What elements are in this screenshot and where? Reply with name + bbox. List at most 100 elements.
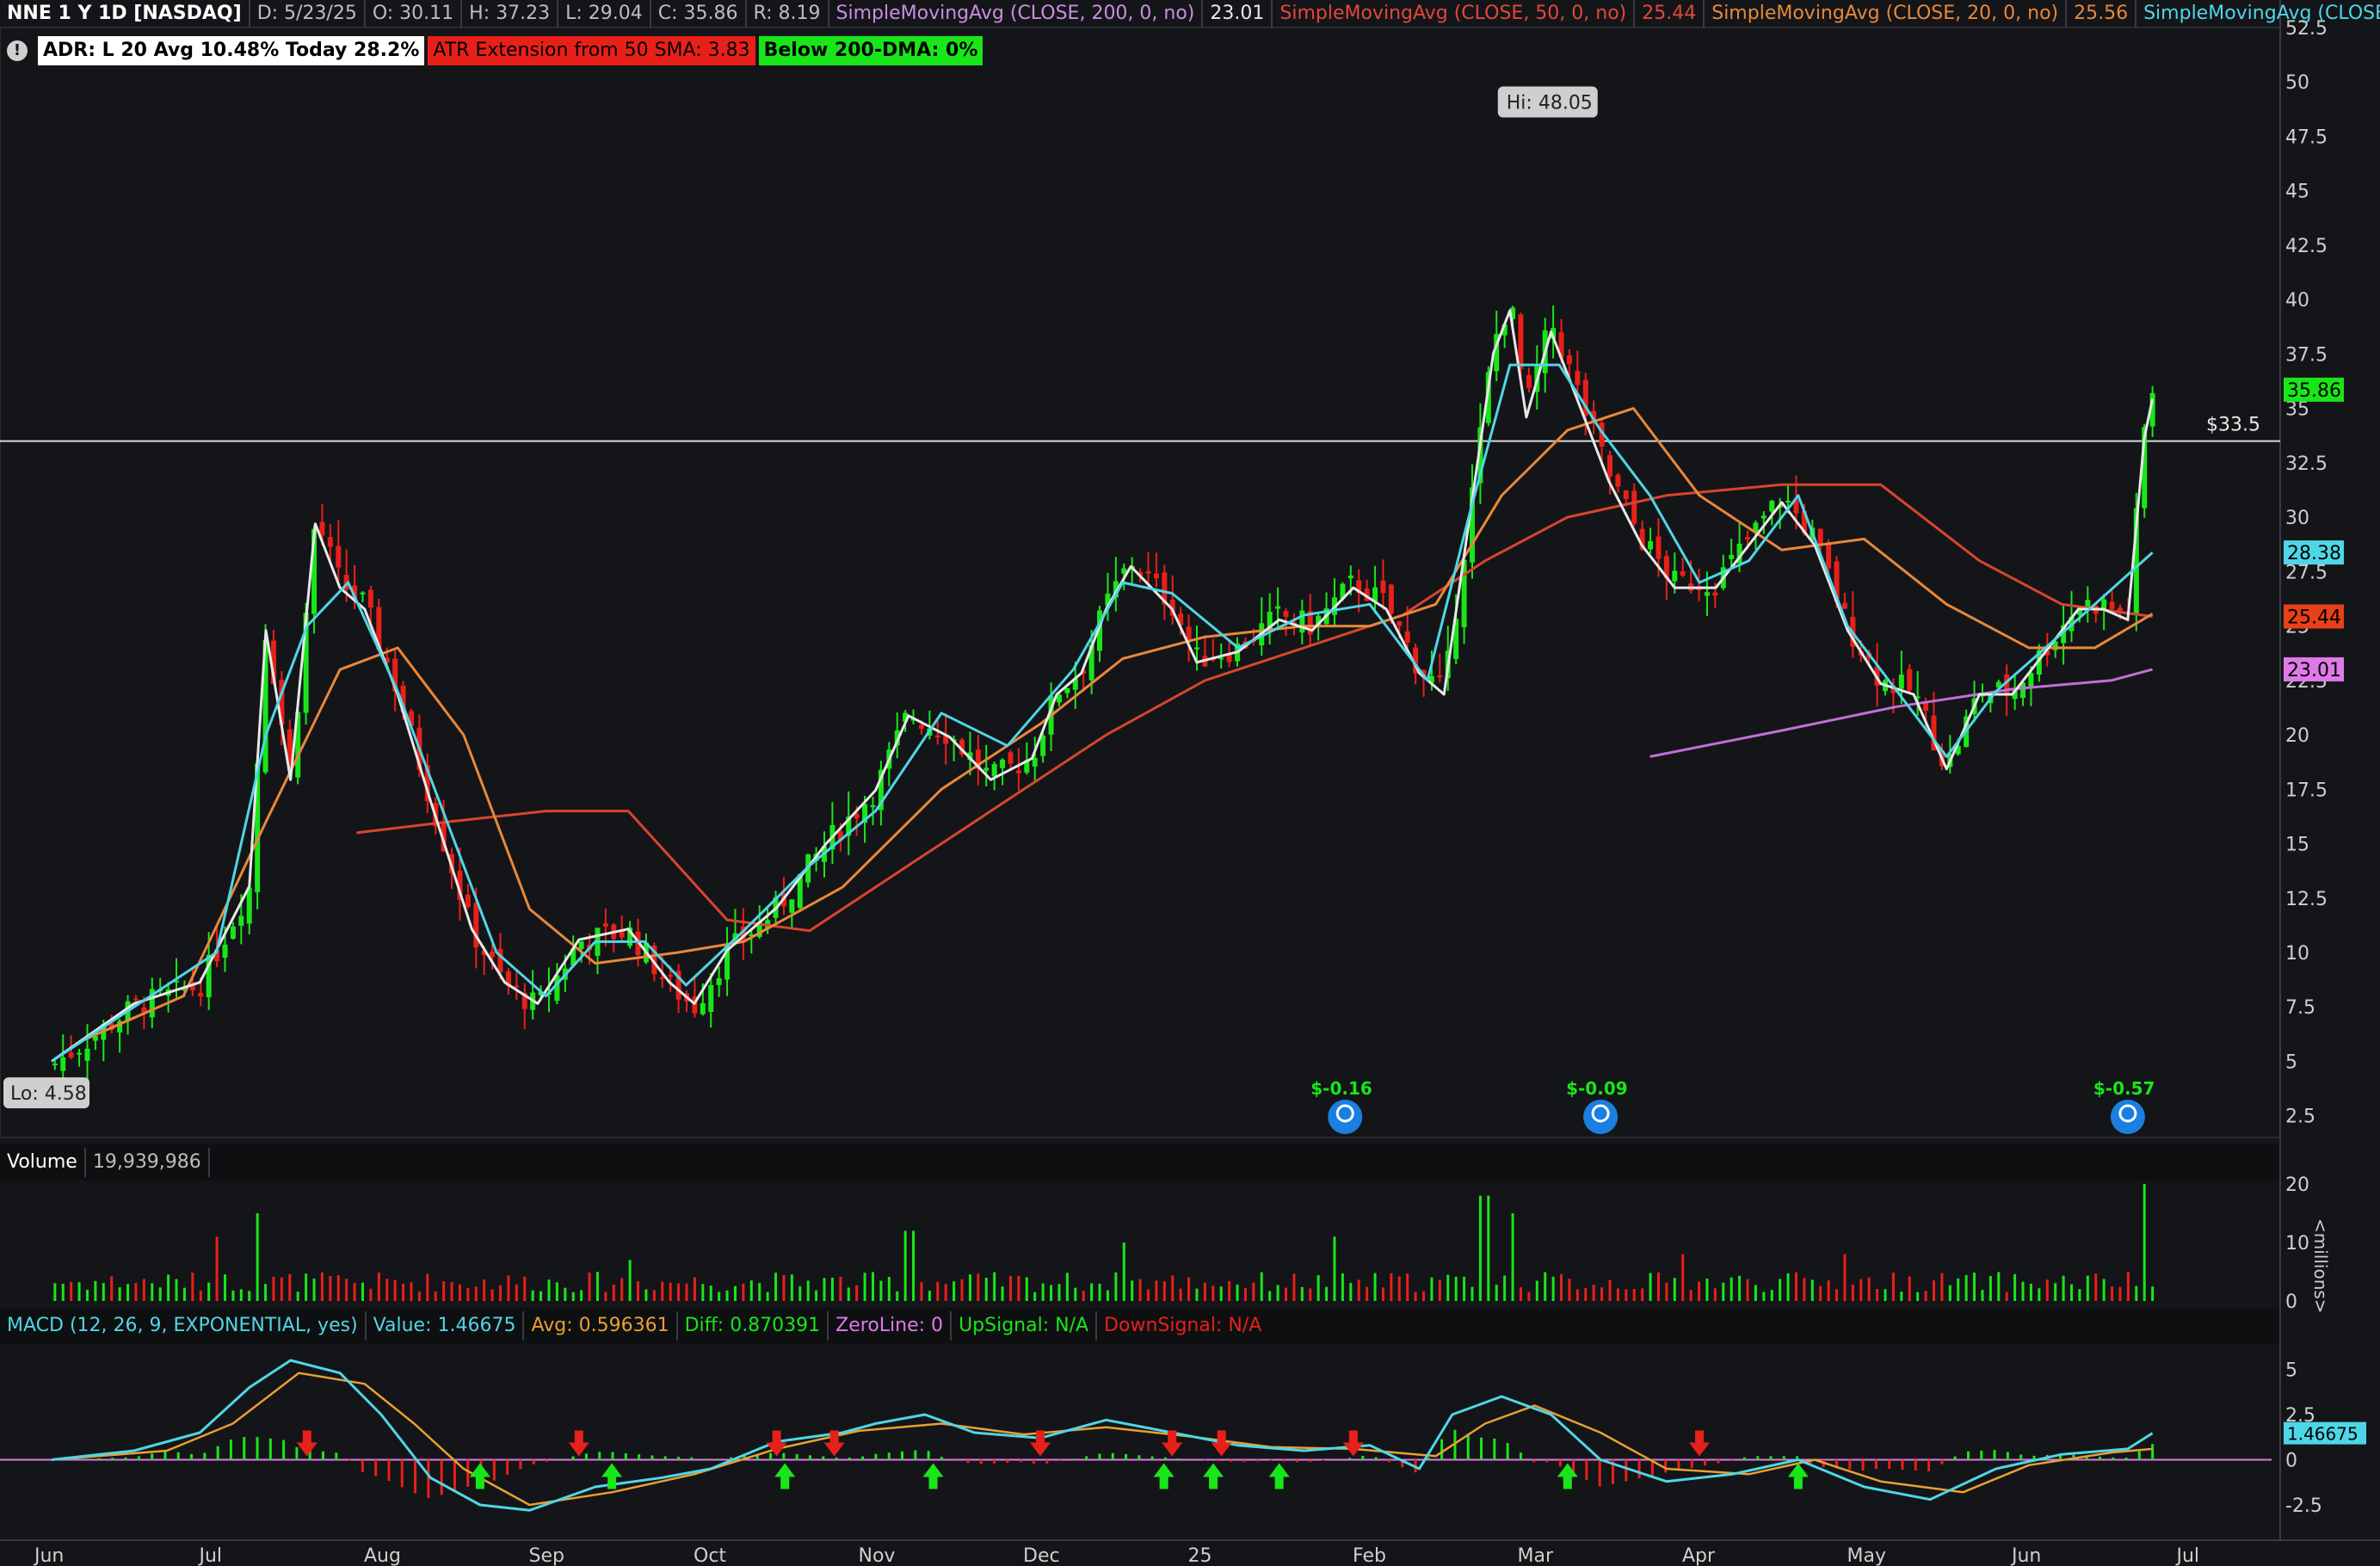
volume-bar <box>1114 1272 1118 1301</box>
volume-bar <box>1924 1291 1927 1301</box>
high-label: H: 37.23 <box>462 0 559 28</box>
volume-title[interactable]: Volume <box>0 1148 86 1177</box>
candle-body <box>1785 500 1791 502</box>
info-icon[interactable]: ! <box>7 40 28 61</box>
volume-bar <box>385 1279 389 1301</box>
sma200-label[interactable]: SimpleMovingAvg (CLOSE, 200, 0, no) <box>829 0 1204 28</box>
volume-bar <box>1122 1242 1125 1301</box>
volume-bar <box>1794 1272 1797 1301</box>
time-tick-label: Jul <box>2175 1545 2200 1566</box>
volume-bar <box>1146 1289 1150 1301</box>
price-tick-label: 50 <box>2285 72 2309 94</box>
horizontal-level-label: $33.5 <box>2206 415 2260 436</box>
volume-bar <box>142 1279 145 1301</box>
volume-bar <box>1203 1282 1206 1301</box>
volume-bar <box>2054 1283 2057 1301</box>
volume-bar <box>1017 1275 1020 1301</box>
close-label: C: 35.86 <box>651 0 747 28</box>
volume-bar <box>2078 1289 2081 1301</box>
volume-bar <box>1851 1285 1854 1301</box>
candle-body <box>1826 542 1832 569</box>
volume-bar <box>1357 1279 1360 1301</box>
macd-down-arrow <box>296 1430 318 1457</box>
volume-bar <box>1260 1272 1263 1301</box>
candle-body <box>198 992 204 997</box>
candle-body <box>1656 536 1662 559</box>
volume-bar <box>182 1287 186 1301</box>
volume-bar <box>863 1273 866 1301</box>
volume-bar <box>1786 1273 1790 1301</box>
volume-bar <box>709 1285 712 1301</box>
volume-bar <box>1406 1273 1409 1301</box>
sma50-value: 25.44 <box>1635 0 1705 28</box>
sma50-label[interactable]: SimpleMovingAvg (CLOSE, 50, 0, no) <box>1273 0 1636 28</box>
date-label: D: 5/23/25 <box>250 0 366 28</box>
volume-bar <box>1859 1279 1863 1301</box>
symbol-label[interactable]: NNE 1 Y 1D [NASDAQ] <box>0 0 250 28</box>
volume-bar <box>1746 1279 1749 1301</box>
candle-body <box>1218 657 1224 660</box>
volume-bar <box>693 1277 696 1301</box>
price-bubble-label: 28.38 <box>2287 543 2341 564</box>
volume-bar <box>1228 1280 1231 1301</box>
volume-bar <box>1155 1280 1158 1301</box>
volume-bar <box>320 1272 324 1301</box>
volume-bar <box>790 1274 793 1301</box>
volume-bar <box>1446 1274 1450 1301</box>
price-tick-label: 47.5 <box>2285 126 2328 148</box>
volume-bar <box>2135 1285 2138 1301</box>
volume-bar <box>61 1284 65 1301</box>
volume-bar <box>1008 1275 1012 1301</box>
candle-body <box>991 763 997 777</box>
volume-bar <box>280 1277 283 1301</box>
volume-bar <box>944 1284 947 1301</box>
candle-body <box>1745 537 1751 539</box>
volume-bar <box>1349 1282 1353 1301</box>
sma20-label[interactable]: SimpleMovingAvg (CLOSE, 20, 0, no) <box>1705 0 2068 28</box>
price-tick-label: 20 <box>2285 725 2309 747</box>
volume-bar <box>2094 1273 2098 1301</box>
volume-bar <box>1316 1275 1320 1301</box>
candle-body <box>1388 584 1394 614</box>
volume-bar <box>1430 1277 1434 1301</box>
macd-value-bubble-label: 1.46675 <box>2287 1424 2358 1445</box>
volume-bar <box>903 1230 907 1301</box>
macd-title[interactable]: MACD (12, 26, 9, EXPONENTIAL, yes) <box>0 1311 367 1341</box>
candle-body <box>497 948 503 973</box>
volume-bar <box>1438 1279 1441 1301</box>
candle-body <box>1672 570 1678 582</box>
volume-bar <box>1819 1285 1822 1301</box>
sma5-label[interactable]: SimpleMovingAvg (CLOSE, 5, 0,... <box>2136 0 2380 28</box>
volume-bar <box>1478 1195 1482 1301</box>
volume-bar <box>1292 1273 1296 1301</box>
earnings-label: $-0.57 <box>2093 1078 2155 1099</box>
volume-bar <box>571 1292 575 1301</box>
volume-bar <box>1656 1272 1660 1301</box>
volume-bar <box>1373 1273 1377 1301</box>
volume-bar <box>580 1290 583 1301</box>
volume-unit-label: <millions> <box>2310 1218 2331 1314</box>
volume-bar <box>879 1280 883 1301</box>
volume-bar <box>1366 1286 1369 1301</box>
volume-bar <box>1981 1290 1984 1301</box>
volume-bar <box>1422 1291 1426 1301</box>
volume-bar <box>1219 1286 1223 1301</box>
volume-bar <box>701 1284 705 1301</box>
volume-bar <box>742 1283 745 1301</box>
candle-body <box>327 537 333 547</box>
candle-body <box>1760 515 1767 519</box>
volume-bar <box>1673 1278 1676 1301</box>
volume-bar <box>199 1290 202 1301</box>
volume-bar <box>1187 1277 1191 1301</box>
volume-bar <box>1632 1289 1636 1301</box>
candle-body <box>230 926 236 940</box>
earnings-label: $-0.16 <box>1310 1078 1372 1099</box>
volume-bar <box>1300 1286 1304 1301</box>
volume-bar <box>1341 1273 1344 1301</box>
macd-up-arrow <box>1787 1463 1809 1489</box>
volume-bar <box>118 1287 121 1301</box>
volume-bar <box>458 1284 461 1301</box>
volume-bar <box>1065 1273 1069 1301</box>
time-tick-label: Sep <box>529 1545 564 1566</box>
macd-down-arrow <box>1211 1430 1232 1457</box>
